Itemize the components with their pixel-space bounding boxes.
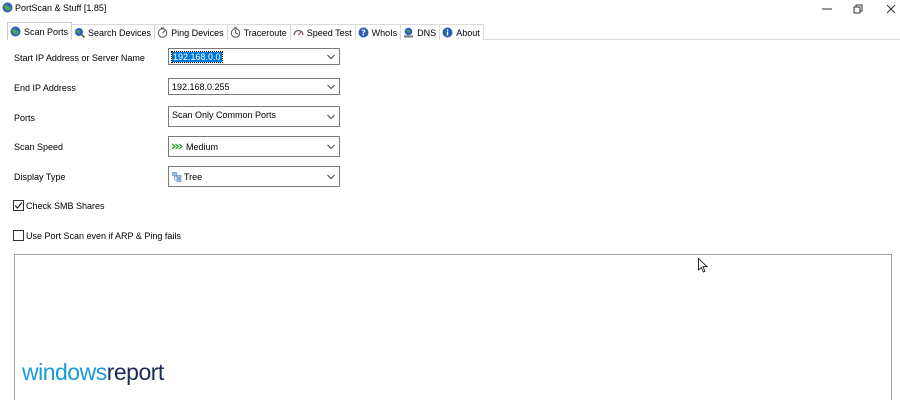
tab-speed-test[interactable]: Speed Test (289, 24, 356, 40)
use-port-scan-label: Use Port Scan even if ARP & Ping fails (26, 230, 181, 241)
dns-icon (404, 27, 414, 38)
tab-label: Speed Test (306, 27, 352, 38)
scan-speed-value: Medium (186, 141, 219, 152)
chevron-down-icon[interactable] (327, 54, 335, 59)
tree-icon (172, 171, 182, 182)
chevron-down-icon[interactable] (327, 174, 335, 179)
tab-strip: Scan Ports Search Devices Ping Devices T… (7, 22, 484, 40)
app-globe-icon (2, 2, 13, 13)
chevron-down-icon[interactable] (327, 114, 335, 119)
check-smb-label: Check SMB Shares (26, 200, 105, 211)
display-type-combo[interactable]: Tree (168, 166, 340, 187)
checkbox-checked[interactable] (13, 200, 24, 211)
check-smb-shares[interactable]: Check SMB Shares (13, 200, 105, 211)
display-type-value: Tree (184, 171, 203, 182)
tab-search-devices[interactable]: Search Devices (71, 24, 156, 40)
start-ip-label: Start IP Address or Server Name (14, 53, 145, 63)
globe-icon (10, 26, 21, 37)
close-icon (886, 4, 896, 13)
chevron-down-icon[interactable] (327, 144, 335, 149)
tab-dns[interactable]: DNS (400, 24, 441, 40)
watermark-part2: report (106, 359, 165, 385)
windowsreport-watermark: windows report (22, 359, 164, 386)
svg-text:?: ? (361, 28, 366, 37)
tab-label: WhoIs (371, 27, 398, 38)
start-ip-combo[interactable]: 192.168.0.0 (168, 48, 340, 65)
checkmark-icon (14, 202, 23, 209)
search-globe-icon (75, 28, 86, 38)
minimize-button[interactable] (810, 0, 844, 17)
tab-traceroute[interactable]: Traceroute (226, 24, 291, 40)
close-button[interactable] (874, 0, 900, 17)
tab-label: Search Devices (88, 27, 152, 38)
use-port-scan-check[interactable]: Use Port Scan even if ARP & Ping fails (13, 230, 181, 241)
end-ip-label: End IP Address (14, 83, 76, 93)
tab-label: Ping Devices (171, 27, 224, 38)
speed-arrows-icon (172, 143, 184, 150)
ports-combo[interactable]: Scan Only Common Ports (168, 106, 340, 127)
scan-speed-combo[interactable]: Medium (168, 136, 340, 157)
ports-label: Ports (14, 113, 36, 123)
tab-whois[interactable]: ? WhoIs (354, 24, 402, 40)
checkbox-unchecked[interactable] (13, 230, 24, 241)
minimize-icon (822, 8, 832, 9)
end-ip-value: 192.168.0.255 (172, 81, 230, 92)
speedometer-icon (293, 29, 304, 36)
question-icon: ? (358, 27, 369, 38)
tab-about[interactable]: About (439, 24, 484, 40)
tab-label: Scan Ports (24, 26, 69, 37)
tab-ping-devices[interactable]: Ping Devices (154, 24, 228, 40)
traceroute-icon (230, 27, 240, 38)
ports-value: Scan Only Common Ports (172, 110, 277, 120)
ping-icon (157, 27, 168, 38)
tab-label: Traceroute (243, 27, 287, 38)
tab-scan-ports[interactable]: Scan Ports (7, 22, 73, 40)
window-title: PortScan & Stuff [1.85] (15, 3, 107, 13)
chevron-down-icon[interactable] (327, 84, 335, 89)
restore-button[interactable] (841, 0, 875, 17)
tab-label: DNS (417, 27, 437, 38)
mouse-cursor-icon (698, 258, 708, 273)
info-icon (442, 27, 453, 38)
display-type-label: Display Type (14, 172, 66, 182)
scan-speed-label: Scan Speed (14, 142, 64, 152)
restore-icon (853, 4, 863, 13)
watermark-part1: windows (22, 359, 107, 385)
start-ip-value: 192.168.0.0 (171, 50, 223, 63)
tab-label: About (456, 27, 480, 38)
end-ip-combo[interactable]: 192.168.0.255 (168, 78, 340, 95)
title-bar: PortScan & Stuff [1.85] (0, 0, 900, 17)
